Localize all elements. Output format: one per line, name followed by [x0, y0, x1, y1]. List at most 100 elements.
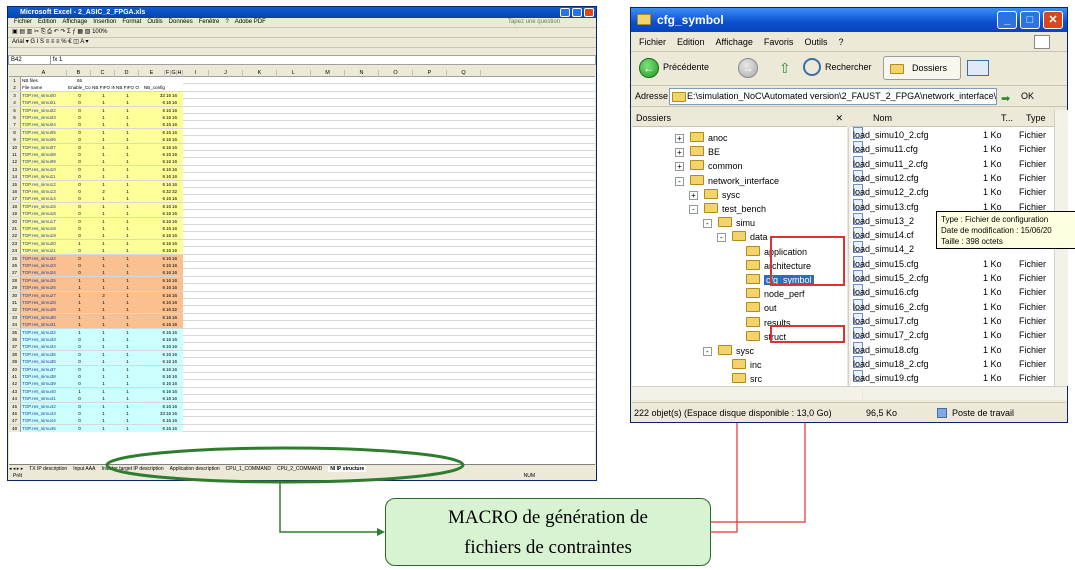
tree-item[interactable]: + common: [675, 159, 743, 174]
explorer-status-bar: 222 objet(s) (Espace disque disponible :…: [632, 402, 1066, 422]
address-input[interactable]: E:\simulation_NoC\Automated version\2_FA…: [669, 88, 997, 105]
tree-expander[interactable]: +: [689, 190, 698, 200]
tree-item-label: simu: [736, 218, 756, 229]
folder-icon: [690, 146, 704, 157]
tree-item[interactable]: + BE: [675, 145, 721, 160]
tree-item-label: test_bench: [722, 204, 767, 214]
folder-icon: [746, 302, 760, 313]
folder-icon: [704, 203, 718, 213]
status-objects: 222 objet(s) (Espace disque disponible :…: [634, 408, 832, 418]
explorer-menu-item[interactable]: Fichier: [639, 37, 666, 47]
folder-icon: [746, 330, 760, 341]
explorer-menu-item[interactable]: Edition: [677, 37, 705, 47]
minimize-button[interactable]: _: [997, 11, 1017, 29]
tree-expander[interactable]: +: [675, 134, 684, 143]
folder-icon: [690, 160, 704, 171]
tree-item-label: sysc: [736, 346, 754, 356]
search-icon[interactable]: [803, 58, 821, 76]
folder-icon: [718, 217, 732, 228]
folder-icon: [732, 231, 746, 242]
close-pane-icon[interactable]: ✕: [835, 110, 843, 127]
folder-icon: [746, 316, 760, 327]
file-tooltip: Type : Fichier de configuration Date de …: [936, 211, 1075, 249]
tree-expander[interactable]: -: [717, 233, 726, 243]
forward-arrow-icon[interactable]: →: [738, 58, 758, 78]
tree-expander[interactable]: +: [675, 162, 684, 172]
back-arrow-icon[interactable]: ←: [639, 58, 659, 78]
search-button-label[interactable]: Rechercher: [825, 62, 872, 72]
tree-item[interactable]: out: [746, 301, 777, 316]
list-header: Nom T... Type: [851, 110, 1066, 127]
address-value: E:\simulation_NoC\Automated version\2_FA…: [687, 91, 997, 101]
tree-item-label: out: [764, 303, 777, 314]
tree-hscrollbar[interactable]: [632, 386, 862, 400]
folder-icon: [637, 14, 651, 25]
tree-expander[interactable]: -: [689, 205, 698, 214]
column-size-header[interactable]: T...: [1001, 110, 1013, 127]
explorer-menu-bar: Fichier Edition Affichage Favoris Outils?: [631, 32, 1067, 52]
highlight-box-struct: [770, 325, 845, 343]
up-folder-icon[interactable]: ⇧: [779, 60, 791, 77]
tree-item[interactable]: node_perf: [746, 287, 805, 302]
tooltip-date: Date de modification : 15/06/20: [941, 226, 1052, 235]
tree-item[interactable]: - test_bench: [689, 202, 767, 217]
file-name-text: load_simu19.cfg: [853, 373, 919, 384]
highlight-box-folders: [770, 236, 845, 286]
folders-button-label: Dossiers: [912, 63, 948, 73]
tree-item[interactable]: - sysc: [703, 344, 754, 359]
explorer-menu-item[interactable]: ?: [838, 37, 843, 47]
folder-icon: [732, 373, 746, 384]
tree-item[interactable]: + anoc: [675, 131, 728, 146]
close-button[interactable]: ✕: [1043, 11, 1063, 29]
tree-expander[interactable]: -: [675, 176, 684, 186]
address-bar: Adresse E:\simulation_NoC\Automated vers…: [631, 86, 1067, 107]
list-hscrollbar[interactable]: [863, 386, 1067, 400]
tree-item[interactable]: - network_interface: [675, 174, 780, 189]
folder-icon: [732, 359, 746, 370]
tree-item[interactable]: - simu: [703, 216, 756, 231]
windows-logo-icon: [1034, 35, 1050, 49]
file-type: Fichier: [1019, 373, 1047, 384]
tree-item-label: BE: [708, 147, 721, 158]
tree-item[interactable]: + sysc: [689, 188, 740, 203]
address-folder-icon: [672, 92, 686, 102]
green-arrowhead: [377, 528, 385, 536]
tree-item[interactable]: src: [732, 372, 762, 386]
maximize-button[interactable]: □: [1020, 11, 1040, 29]
column-name-header[interactable]: Nom: [873, 110, 892, 127]
tree-expander[interactable]: -: [703, 219, 712, 229]
tree-item-label: src: [750, 374, 762, 385]
macro-callout: MACRO de génération de fichiers de contr…: [385, 498, 711, 566]
folders-icon: [890, 64, 904, 74]
folder-icon: [746, 259, 760, 270]
folders-button[interactable]: Dossiers: [883, 56, 961, 80]
tree-item-label: common: [708, 161, 743, 172]
go-arrow-icon[interactable]: ➡: [1001, 89, 1010, 110]
views-icon[interactable]: [967, 60, 989, 76]
explorer-title-bar: cfg_symbol _ □ ✕: [631, 8, 1067, 32]
tree-expander[interactable]: -: [703, 347, 712, 356]
explorer-menu-item[interactable]: Favoris: [764, 37, 794, 47]
callout-line-1: MACRO de génération de: [448, 507, 648, 528]
file-size: 1 Ko: [983, 373, 1002, 384]
go-button-label[interactable]: OK: [1021, 86, 1034, 107]
tree-item-label: node_perf: [764, 289, 805, 300]
column-type-header[interactable]: Type: [1026, 110, 1046, 127]
file-row[interactable]: load_simu19.cfg 1 Ko Fichier: [851, 370, 1054, 386]
explorer-menu-item[interactable]: Outils: [804, 37, 827, 47]
tooltip-size: Taille : 398 octets: [941, 237, 1003, 246]
explorer-menu-item[interactable]: Affichage: [716, 37, 753, 47]
status-size: 96,5 Ko: [866, 408, 898, 418]
tree-item-label: network_interface: [708, 175, 780, 186]
explorer-window: cfg_symbol _ □ ✕ Fichier Edition Affichage…: [630, 7, 1075, 423]
back-button-label[interactable]: Précédente: [663, 62, 709, 72]
folder-icon: [746, 288, 760, 299]
tree-expander[interactable]: +: [675, 148, 684, 158]
tree-item[interactable]: inc: [732, 358, 762, 373]
folder-icon: [704, 188, 718, 199]
tree-item[interactable]: - data: [717, 230, 768, 245]
address-label: Adresse: [635, 91, 669, 101]
callout-line-2: fichiers de contraintes: [464, 537, 632, 558]
folder-icon: [718, 345, 732, 355]
folder-icon: [690, 132, 704, 142]
